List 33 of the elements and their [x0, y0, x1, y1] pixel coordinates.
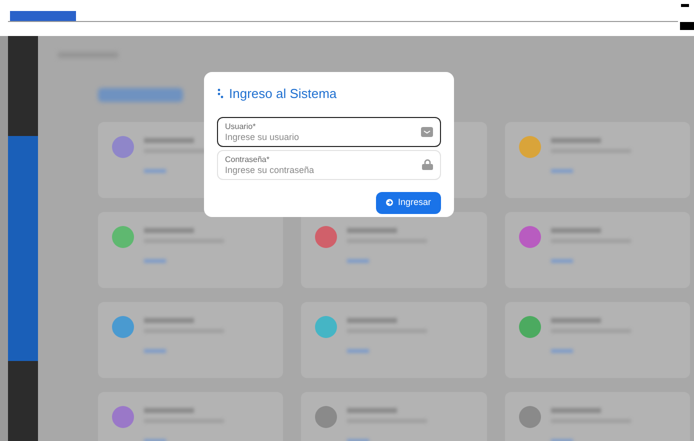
login-button[interactable]: Ingresar: [376, 192, 441, 214]
card-link-bar: [550, 259, 573, 263]
card-text-bar: [144, 228, 194, 233]
dots-icon: [217, 88, 224, 100]
field-label: Usuario*: [225, 120, 257, 132]
window-control-icon[interactable]: [681, 4, 689, 7]
browser-tab[interactable]: [10, 11, 76, 21]
login-icon: [386, 199, 393, 206]
card-link-bar: [550, 349, 573, 353]
card-text-bar: [347, 318, 398, 323]
card-link-bar: [347, 259, 370, 263]
card-text-bar: [144, 318, 194, 323]
lock-icon: [422, 159, 433, 170]
field-placeholder: Ingrese su usuario: [225, 132, 300, 142]
field-label: Contraseña*: [225, 154, 270, 164]
input-field[interactable]: Contraseña* Ingrese su contraseña: [217, 150, 441, 180]
card-text-bar: [144, 138, 194, 143]
dialog-title: Ingreso al Sistema: [229, 85, 337, 103]
toolbar-icon[interactable]: [680, 22, 694, 30]
card-text-bar: [144, 408, 194, 413]
card-text-bar: [347, 408, 398, 413]
card-text-bar: [347, 228, 398, 233]
card-link-bar: [144, 169, 166, 173]
card-link-bar: [144, 259, 166, 263]
input-field[interactable]: Usuario* Ingrese su usuario: [217, 116, 441, 146]
card-link-bar: [347, 349, 370, 353]
field-placeholder: Ingrese su contraseña: [225, 164, 314, 176]
card-text-bar: [550, 408, 601, 413]
card-text-bar: [550, 228, 601, 233]
card-text-bar: [550, 138, 601, 143]
card-text-bar: [550, 318, 601, 323]
card-link-bar: [144, 349, 166, 353]
card-link-bar: [550, 169, 573, 173]
